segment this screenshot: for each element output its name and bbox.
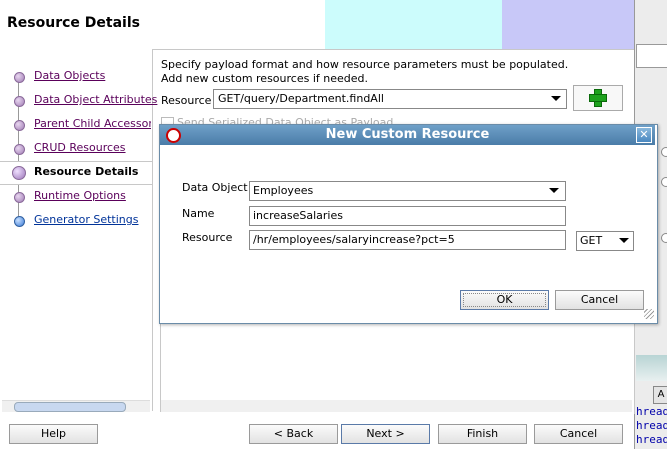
- back-button[interactable]: < Back: [249, 424, 338, 444]
- step-data-objects[interactable]: Data Objects: [34, 69, 105, 82]
- plus-icon: [589, 94, 607, 102]
- chevron-down-icon: [551, 96, 561, 101]
- page-title: Resource Details: [7, 15, 140, 31]
- background-radio: [661, 177, 667, 187]
- background-radio: [661, 233, 667, 243]
- header-band: [502, 0, 634, 49]
- step-data-object-attributes[interactable]: Data Object Attributes: [34, 93, 157, 106]
- close-icon[interactable]: ✕: [636, 127, 652, 143]
- data-object-label: Data Object: [182, 181, 248, 194]
- current-step-dot-icon: [12, 166, 26, 180]
- step-dot-icon: [14, 72, 25, 83]
- dialog-cancel-button[interactable]: Cancel: [555, 290, 644, 310]
- step-resource-details[interactable]: Resource Details: [34, 165, 138, 178]
- resize-grip-icon[interactable]: [644, 309, 654, 319]
- background-toolbar: [636, 355, 667, 381]
- background-panel: [636, 44, 667, 68]
- resource-path-value: /hr/employees/salaryincrease?pct=5: [253, 233, 455, 246]
- step-runtime-options[interactable]: Runtime Options: [34, 189, 126, 202]
- header-band: [325, 0, 502, 49]
- next-button[interactable]: Next >: [341, 424, 430, 444]
- step-parent-child-accessors[interactable]: Parent Child Accessors: [34, 117, 151, 130]
- nav-scrollbar-thumb[interactable]: [14, 402, 126, 412]
- background-text: hread: [636, 433, 667, 446]
- instruction-text: Specify payload format and how resource …: [161, 58, 569, 85]
- ok-button[interactable]: OK: [460, 290, 549, 310]
- dialog-title: New Custom Resource: [325, 127, 490, 142]
- step-dot-icon: [14, 120, 25, 131]
- name-label: Name: [182, 207, 215, 220]
- resource-path-label: Resource: [182, 231, 233, 244]
- data-object-value: Employees: [253, 184, 314, 197]
- step-dot-icon: [14, 144, 25, 155]
- resource-label: Resource: [161, 94, 212, 107]
- main-horizontal-scrollbar[interactable]: [161, 400, 632, 412]
- chevron-down-icon: [619, 238, 629, 243]
- step-crud-resources[interactable]: CRUD Resources: [34, 141, 126, 154]
- help-button[interactable]: Help: [9, 424, 98, 444]
- background-text: hread: [636, 405, 667, 418]
- step-dot-icon: [14, 216, 25, 227]
- background-button[interactable]: A: [653, 386, 667, 404]
- chevron-down-icon: [549, 188, 559, 193]
- background-radio: [661, 147, 667, 157]
- step-dot-icon: [14, 96, 25, 107]
- http-method-value: GET: [580, 234, 603, 247]
- name-value: increaseSalaries: [253, 209, 343, 222]
- finish-button[interactable]: Finish: [438, 424, 527, 444]
- resource-select-value: GET/query/Department.findAll: [218, 92, 384, 105]
- cancel-button[interactable]: Cancel: [534, 424, 623, 444]
- step-generator-settings[interactable]: Generator Settings: [34, 213, 138, 226]
- background-text: hread: [636, 419, 667, 432]
- step-dot-icon: [14, 192, 25, 203]
